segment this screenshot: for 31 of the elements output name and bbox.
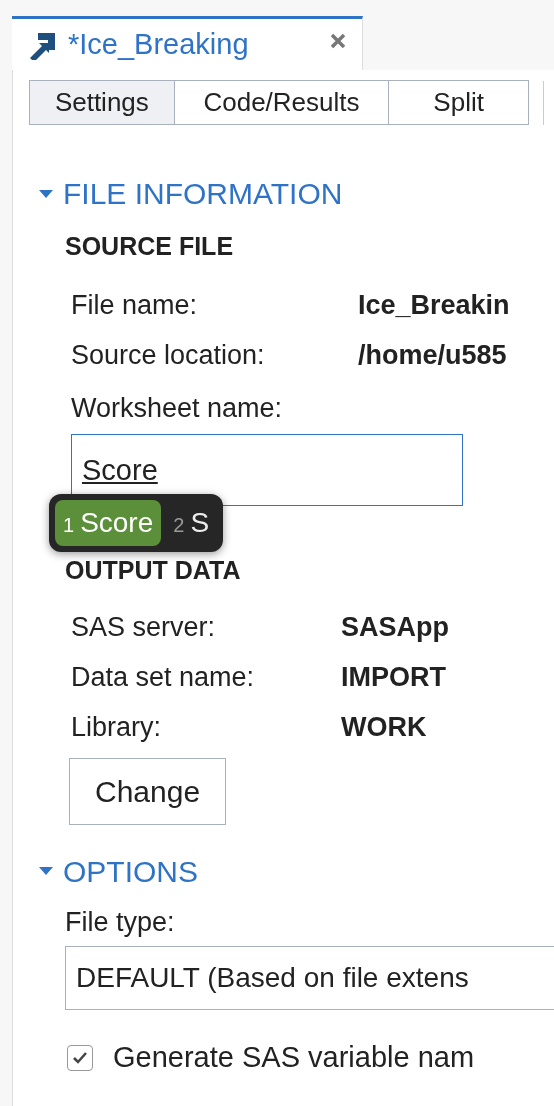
change-button[interactable]: Change [69, 757, 227, 825]
view-tab[interactable]: Settings [29, 80, 175, 125]
field-label: Worksheet name: [71, 391, 284, 425]
field-label: File name: [71, 288, 199, 322]
tab-title: *Ice_Breaking [68, 26, 249, 62]
check-icon [72, 1050, 88, 1065]
field-value: /home/u585 [358, 338, 507, 372]
field-value: WORK [341, 710, 427, 744]
field-value: IMPORT [341, 660, 446, 694]
file-type-dropdown[interactable]: DEFAULT (Based on file extens [65, 946, 554, 1010]
collapse-caret-icon[interactable] [39, 867, 53, 875]
section-subheading: SOURCE FILE [65, 231, 235, 262]
checkbox-label: Generate SAS variable nam [113, 1040, 475, 1075]
field-label: Data set name: [71, 660, 256, 694]
close-icon[interactable] [330, 32, 346, 49]
checkbox[interactable] [67, 1044, 93, 1071]
document-tab[interactable]: *Ice_Breaking [12, 16, 363, 70]
collapse-caret-icon[interactable] [39, 189, 53, 198]
field-value: SASApp [341, 610, 449, 644]
section-title[interactable]: FILE INFORMATION [63, 171, 343, 216]
worksheet-name-field[interactable]: Score [71, 434, 463, 506]
candidate-item[interactable]: 1 Score [55, 500, 162, 546]
section-subheading: OUTPUT DATA [65, 555, 242, 586]
field-value: Ice_Breakin [358, 288, 510, 322]
field-label: File type: [65, 905, 176, 939]
field-label: Library: [71, 710, 163, 744]
field-label: Source location: [71, 338, 266, 372]
view-tab[interactable]: Split [389, 80, 529, 125]
section-title[interactable]: OPTIONS [63, 848, 198, 894]
field-label: SAS server: [71, 610, 217, 644]
view-tab[interactable]: Code/Results [174, 80, 390, 125]
